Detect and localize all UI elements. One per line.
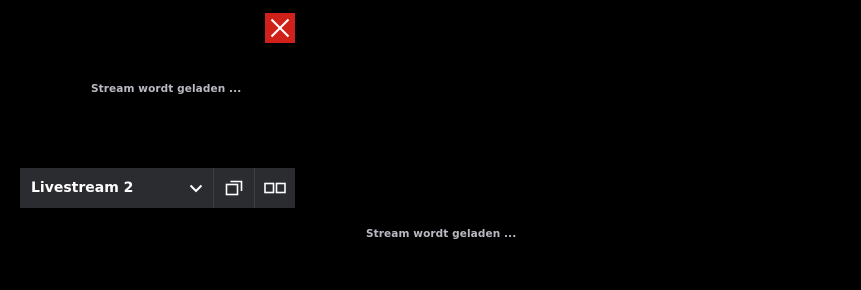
- stream-dropdown[interactable]: Livestream 2: [20, 168, 213, 208]
- stream-selector-bar: Livestream 2: [20, 168, 295, 208]
- popout-button[interactable]: [213, 168, 254, 208]
- selected-stream-label: Livestream 2: [31, 180, 134, 196]
- popout-icon: [225, 180, 243, 196]
- close-button[interactable]: [265, 13, 295, 43]
- stream-loading-text-bottom: Stream wordt geladen ...: [366, 228, 517, 240]
- stream-loading-text-top: Stream wordt geladen ...: [91, 83, 242, 95]
- chevron-down-icon: [189, 184, 203, 193]
- split-view-icon: [264, 182, 286, 194]
- split-view-button[interactable]: [254, 168, 295, 208]
- close-icon: [270, 18, 290, 38]
